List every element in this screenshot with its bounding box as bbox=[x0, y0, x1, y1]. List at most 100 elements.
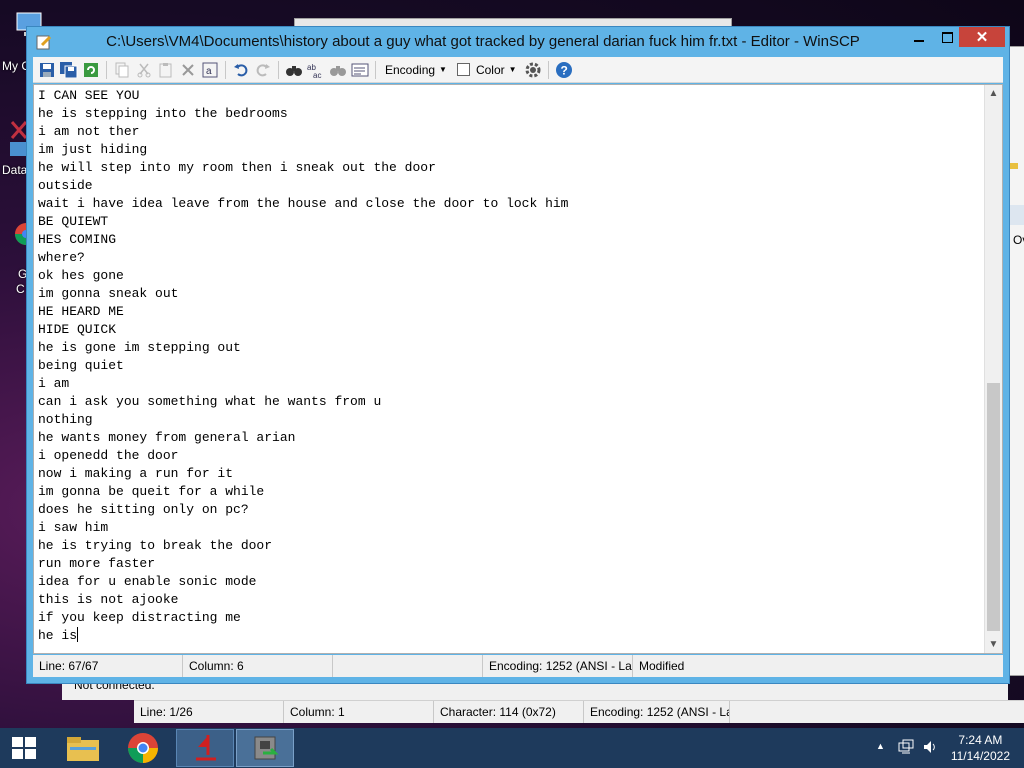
delete-icon bbox=[182, 63, 194, 76]
maximize-button[interactable] bbox=[933, 27, 961, 47]
vertical-scrollbar[interactable]: ▲ ▼ bbox=[984, 85, 1002, 653]
save-all-button[interactable] bbox=[59, 60, 79, 80]
find-button[interactable] bbox=[284, 60, 304, 80]
text-line: he is gone im stepping out bbox=[38, 340, 241, 355]
windows-logo-icon bbox=[12, 737, 36, 759]
save-button[interactable] bbox=[37, 60, 57, 80]
text-line: idea for u enable sonic mode bbox=[38, 574, 257, 589]
help-icon: ? bbox=[555, 61, 572, 78]
minimize-icon bbox=[914, 40, 924, 42]
select-all-button[interactable]: a bbox=[200, 60, 220, 80]
chevron-down-icon: ▼ bbox=[439, 65, 447, 74]
copy-button[interactable] bbox=[112, 60, 132, 80]
system-clock[interactable]: 7:24 AM 11/14/2022 bbox=[951, 732, 1010, 764]
background-window-right-panel[interactable]: Ov bbox=[1008, 46, 1024, 676]
taskbar-file-explorer[interactable] bbox=[54, 729, 112, 767]
text-line: im gonna sneak out bbox=[38, 286, 179, 301]
scroll-up-arrow-icon[interactable]: ▲ bbox=[985, 85, 1002, 102]
text-line: he is stepping into the bedrooms bbox=[38, 106, 288, 121]
text-line: I CAN SEE YOU bbox=[38, 88, 140, 103]
editor-statusbar: Line: 67/67 Column: 6 Encoding: 1252 (AN… bbox=[33, 655, 1003, 677]
cut-button[interactable] bbox=[134, 60, 154, 80]
close-button[interactable]: ✕ bbox=[959, 27, 1005, 47]
text-line: BE QUIEWT bbox=[38, 214, 109, 229]
scrollbar-thumb[interactable] bbox=[987, 383, 1000, 631]
text-line: can i ask you something what he wants fr… bbox=[38, 394, 382, 409]
goto-line-button[interactable] bbox=[350, 60, 370, 80]
text-line: now i making a run for it bbox=[38, 466, 234, 481]
modified-status: Modified bbox=[639, 659, 685, 673]
replace-icon: abac bbox=[307, 63, 321, 78]
editor-app-icon[interactable] bbox=[35, 33, 53, 51]
text-line: wait i have idea leave from the house an… bbox=[38, 196, 569, 211]
taskbar-app-pinned[interactable] bbox=[176, 729, 234, 767]
preferences-button[interactable] bbox=[523, 60, 543, 80]
help-button[interactable]: ? bbox=[554, 60, 574, 80]
folder-icon bbox=[67, 737, 99, 761]
text-line: run more faster bbox=[38, 556, 156, 571]
clock-time: 7:24 AM bbox=[958, 733, 1003, 747]
text-line: where? bbox=[38, 250, 85, 265]
line-status: Line: 67/67 bbox=[33, 655, 183, 677]
flag-arrow-icon bbox=[196, 735, 216, 761]
text-line: does he sitting only on pc? bbox=[38, 502, 249, 517]
taskbar-chrome[interactable] bbox=[114, 729, 172, 767]
text-line: if you keep distracting me bbox=[38, 610, 241, 625]
column-status: Column: 6 bbox=[183, 655, 333, 677]
editor-text-content[interactable]: I CAN SEE YOU he is stepping into the bed… bbox=[38, 87, 569, 645]
text-caret bbox=[77, 627, 79, 642]
text-line: HIDE QUICK bbox=[38, 322, 117, 337]
redo-button[interactable] bbox=[253, 60, 273, 80]
bg-column-status: Column: 1 bbox=[284, 701, 434, 723]
find-next-button[interactable] bbox=[328, 60, 348, 80]
bg-encoding-status: Encoding: 1252 (ANSI - La bbox=[584, 701, 730, 723]
text-line: i am bbox=[38, 376, 70, 391]
bg-empty-status bbox=[730, 701, 1020, 723]
clock-date: 11/14/2022 bbox=[950, 749, 1010, 763]
encoding-status: Encoding: 1252 (ANSI - La bbox=[483, 655, 633, 677]
redo-icon bbox=[256, 63, 270, 76]
tray-overflow-chevron-icon[interactable]: ▲ bbox=[876, 741, 885, 751]
text-editor[interactable]: I CAN SEE YOU he is stepping into the bed… bbox=[33, 84, 1003, 654]
editor-window[interactable]: C:\Users\VM4\Documents\history about a g… bbox=[26, 26, 1010, 684]
text-line: i am not ther bbox=[38, 124, 140, 139]
svg-text:?: ? bbox=[560, 63, 567, 77]
scroll-down-arrow-icon[interactable]: ▼ bbox=[985, 636, 1002, 653]
color-swatch-checkbox bbox=[456, 63, 470, 76]
text-line: i saw him bbox=[38, 520, 109, 535]
svg-text:a: a bbox=[206, 66, 212, 77]
chevron-down-icon: ▼ bbox=[508, 65, 517, 74]
encoding-dropdown[interactable]: Encoding ▼ bbox=[381, 63, 451, 77]
save-icon bbox=[40, 62, 54, 77]
volume-icon[interactable] bbox=[922, 739, 938, 758]
undo-button[interactable] bbox=[231, 60, 251, 80]
paste-icon bbox=[159, 62, 172, 77]
text-line: nothing bbox=[38, 412, 93, 427]
window-title: C:\Users\VM4\Documents\history about a g… bbox=[106, 33, 860, 50]
bg-character-status: Character: 114 (0x72) bbox=[434, 701, 584, 723]
minimize-button[interactable] bbox=[905, 27, 933, 47]
reload-button[interactable] bbox=[81, 60, 101, 80]
text-line: he is bbox=[38, 627, 79, 643]
encoding-label: Encoding bbox=[385, 62, 436, 77]
taskbar-winscp[interactable] bbox=[236, 729, 294, 767]
text-line: he will step into my room then i sneak o… bbox=[38, 160, 436, 175]
winscp-icon bbox=[254, 736, 279, 760]
svg-text:ac: ac bbox=[313, 71, 321, 78]
find-next-icon bbox=[330, 65, 346, 76]
paste-button[interactable] bbox=[156, 60, 176, 80]
gear-icon bbox=[525, 62, 541, 77]
text-line: HES COMING bbox=[38, 232, 117, 247]
start-button[interactable] bbox=[0, 729, 48, 767]
delete-button[interactable] bbox=[178, 60, 198, 80]
title-bar[interactable]: C:\Users\VM4\Documents\history about a g… bbox=[27, 27, 1009, 57]
goto-line-icon bbox=[351, 63, 369, 76]
text-line: outside bbox=[38, 178, 93, 193]
undo-icon bbox=[234, 63, 248, 76]
replace-button[interactable]: ab ac bbox=[306, 60, 326, 80]
color-dropdown[interactable]: Color ▼ bbox=[453, 63, 521, 77]
color-label: Color bbox=[475, 62, 505, 77]
text-line: im gonna be queit for a while bbox=[38, 484, 265, 499]
network-icon[interactable] bbox=[898, 739, 914, 758]
taskbar: ▲ 7:24 AM 11/14/2022 bbox=[0, 728, 1024, 768]
